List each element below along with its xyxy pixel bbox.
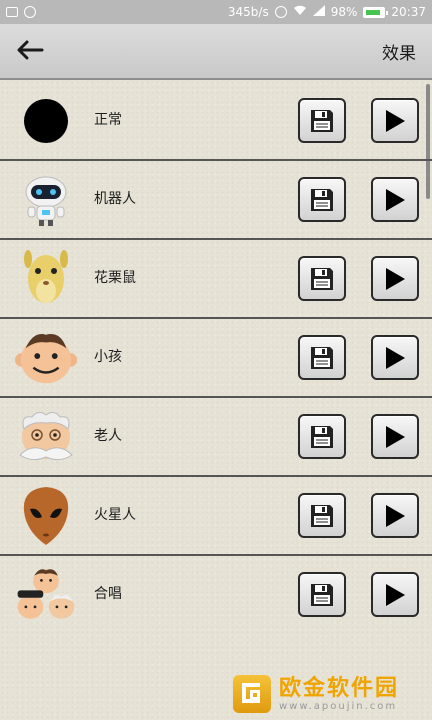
effect-label: 正常 [94,112,122,128]
battery-percent: 98% [330,5,358,19]
floppy-disk-icon [311,504,333,527]
floppy-disk-icon [311,583,333,606]
play-button[interactable] [371,256,419,301]
chorus-faces-icon [14,564,78,626]
effect-row-child[interactable]: 小孩 [0,319,432,398]
play-button[interactable] [371,335,419,380]
save-button[interactable] [298,177,346,222]
alarm-icon [274,6,287,18]
effect-label: 火星人 [94,507,136,523]
play-button[interactable] [371,493,419,538]
effect-row-chipmunk[interactable]: 花栗鼠 [0,240,432,319]
save-button[interactable] [298,493,346,538]
play-icon [386,109,405,132]
watermark: 欧金软件园 www.apoujin.com [233,672,425,716]
play-icon [386,425,405,448]
play-icon [386,504,405,527]
save-button[interactable] [298,98,346,143]
play-button[interactable] [371,414,419,459]
wifi-icon [293,5,307,19]
effect-label: 合唱 [94,586,122,602]
effect-label: 机器人 [94,191,136,207]
play-icon [386,583,405,606]
sync-notification-icon [24,6,36,18]
play-button[interactable] [371,572,419,617]
effect-label: 老人 [94,428,122,444]
black-circle-icon [14,90,78,152]
page-title: 效果 [382,43,416,64]
effect-row-normal[interactable]: 正常 [0,82,432,161]
net-speed: 345b/s [227,5,269,19]
back-arrow-icon[interactable] [16,37,44,65]
image-notification-icon [6,7,18,17]
floppy-disk-icon [311,109,333,132]
play-icon [386,188,405,211]
old-man-face-icon [14,406,78,468]
save-button[interactable] [298,335,346,380]
save-button[interactable] [298,414,346,459]
floppy-disk-icon [311,267,333,290]
effect-list: 正常 机器人 花栗鼠 小孩 老人 火星人 合唱 [0,82,432,633]
clock: 20:37 [391,5,426,19]
alien-face-icon [14,485,78,547]
play-button[interactable] [371,98,419,143]
play-icon [386,267,405,290]
floppy-disk-icon [311,346,333,369]
effect-label: 花栗鼠 [94,270,136,286]
save-button[interactable] [298,256,346,301]
watermark-logo-icon [233,675,271,713]
floppy-disk-icon [311,188,333,211]
child-face-icon [14,327,78,389]
effect-row-old-man[interactable]: 老人 [0,398,432,477]
play-icon [386,346,405,369]
status-bar: 345b/s 98% 20:37 [0,0,432,24]
effect-row-alien[interactable]: 火星人 [0,477,432,556]
signal-icon [312,5,325,19]
watermark-url: www.apoujin.com [279,700,398,712]
play-button[interactable] [371,177,419,222]
effect-row-robot[interactable]: 机器人 [0,161,432,240]
save-button[interactable] [298,572,346,617]
chipmunk-icon [14,248,78,310]
effect-row-chorus[interactable]: 合唱 [0,556,432,633]
watermark-text: 欧金软件园 [279,675,400,701]
robot-icon [14,169,78,231]
floppy-disk-icon [311,425,333,448]
effect-label: 小孩 [94,349,122,365]
battery-icon [363,6,389,18]
toolbar: 效果 [0,24,432,80]
